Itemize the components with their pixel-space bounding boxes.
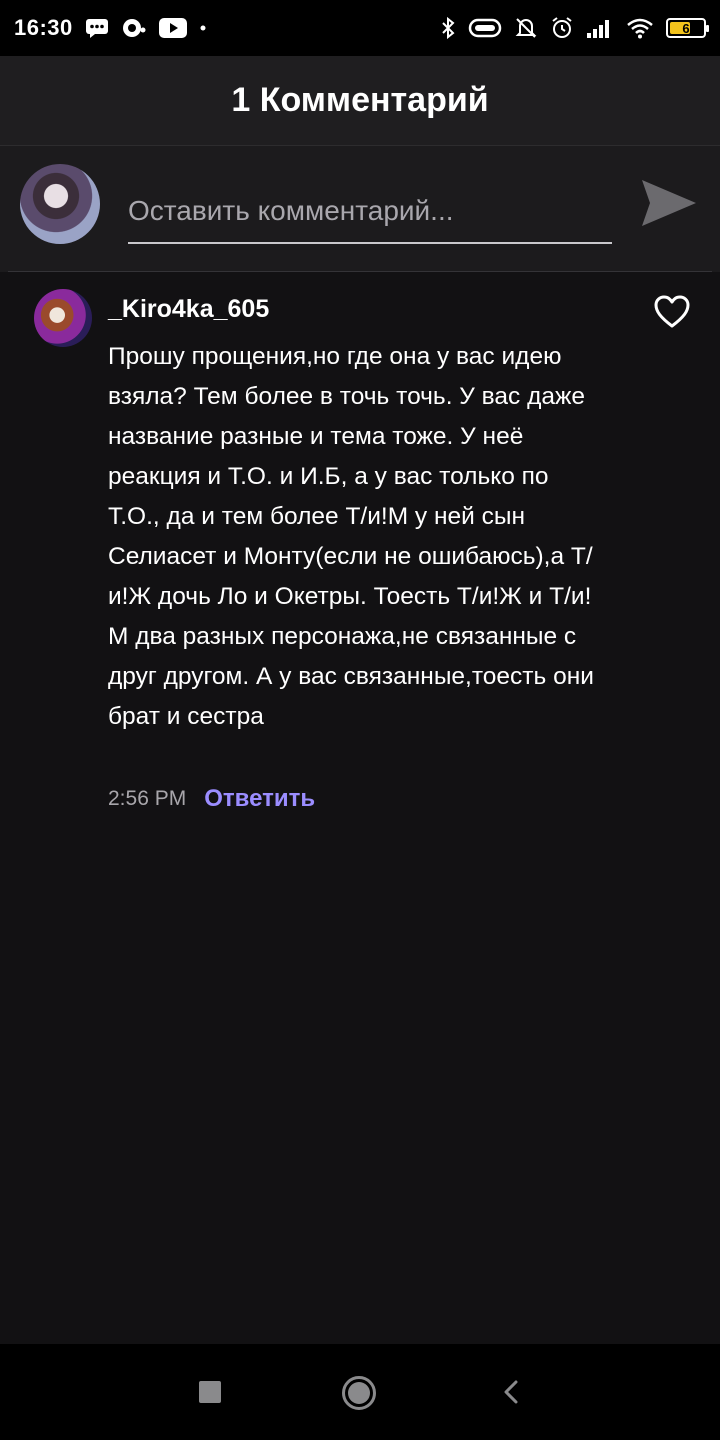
battery-icon: 6 <box>666 18 709 38</box>
page-title: 1 Комментарий <box>231 81 489 119</box>
mute-icon <box>514 16 538 40</box>
status-time: 16:30 <box>14 15 73 40</box>
divider <box>8 271 712 272</box>
vibrate-icon <box>468 17 502 39</box>
my-avatar[interactable] <box>20 164 100 244</box>
heart-outline-icon[interactable] <box>654 295 690 329</box>
youtube-icon <box>158 18 187 38</box>
status-bar-right: 6 <box>440 16 709 40</box>
recents-square-icon[interactable] <box>199 1381 221 1403</box>
chat-bubble-icon <box>121 17 147 39</box>
avatar[interactable] <box>34 289 92 347</box>
home-circle-icon[interactable] <box>341 1375 377 1411</box>
header: 1 Комментарий <box>0 56 720 146</box>
battery-level: 6 <box>682 20 690 36</box>
signal-icon <box>586 17 614 39</box>
status-bar-left: 16:30 <box>14 15 207 41</box>
bluetooth-icon <box>440 16 456 40</box>
comments-screen: 16:30 6 1 Комментарий Оставить комментар… <box>0 0 720 1440</box>
wifi-icon <box>626 17 654 39</box>
message-icon <box>85 17 109 39</box>
compose-row <box>0 146 720 272</box>
reply-button[interactable]: Ответить <box>204 785 315 813</box>
comment-input[interactable] <box>128 180 612 244</box>
alarm-icon <box>550 16 574 40</box>
comment-username[interactable]: _Kiro4ka_605 <box>108 295 269 324</box>
back-chevron-icon[interactable] <box>499 1377 523 1407</box>
comment-text: Прошу прощения,но где она у вас идею взя… <box>108 343 594 730</box>
comment-meta: 2:56 PM Ответить <box>108 785 315 813</box>
comment-time: 2:56 PM <box>108 787 187 810</box>
navigation-bar <box>0 1344 720 1440</box>
status-bar: 16:30 6 <box>0 0 720 56</box>
dot-icon <box>199 24 207 32</box>
send-icon[interactable] <box>638 172 700 234</box>
